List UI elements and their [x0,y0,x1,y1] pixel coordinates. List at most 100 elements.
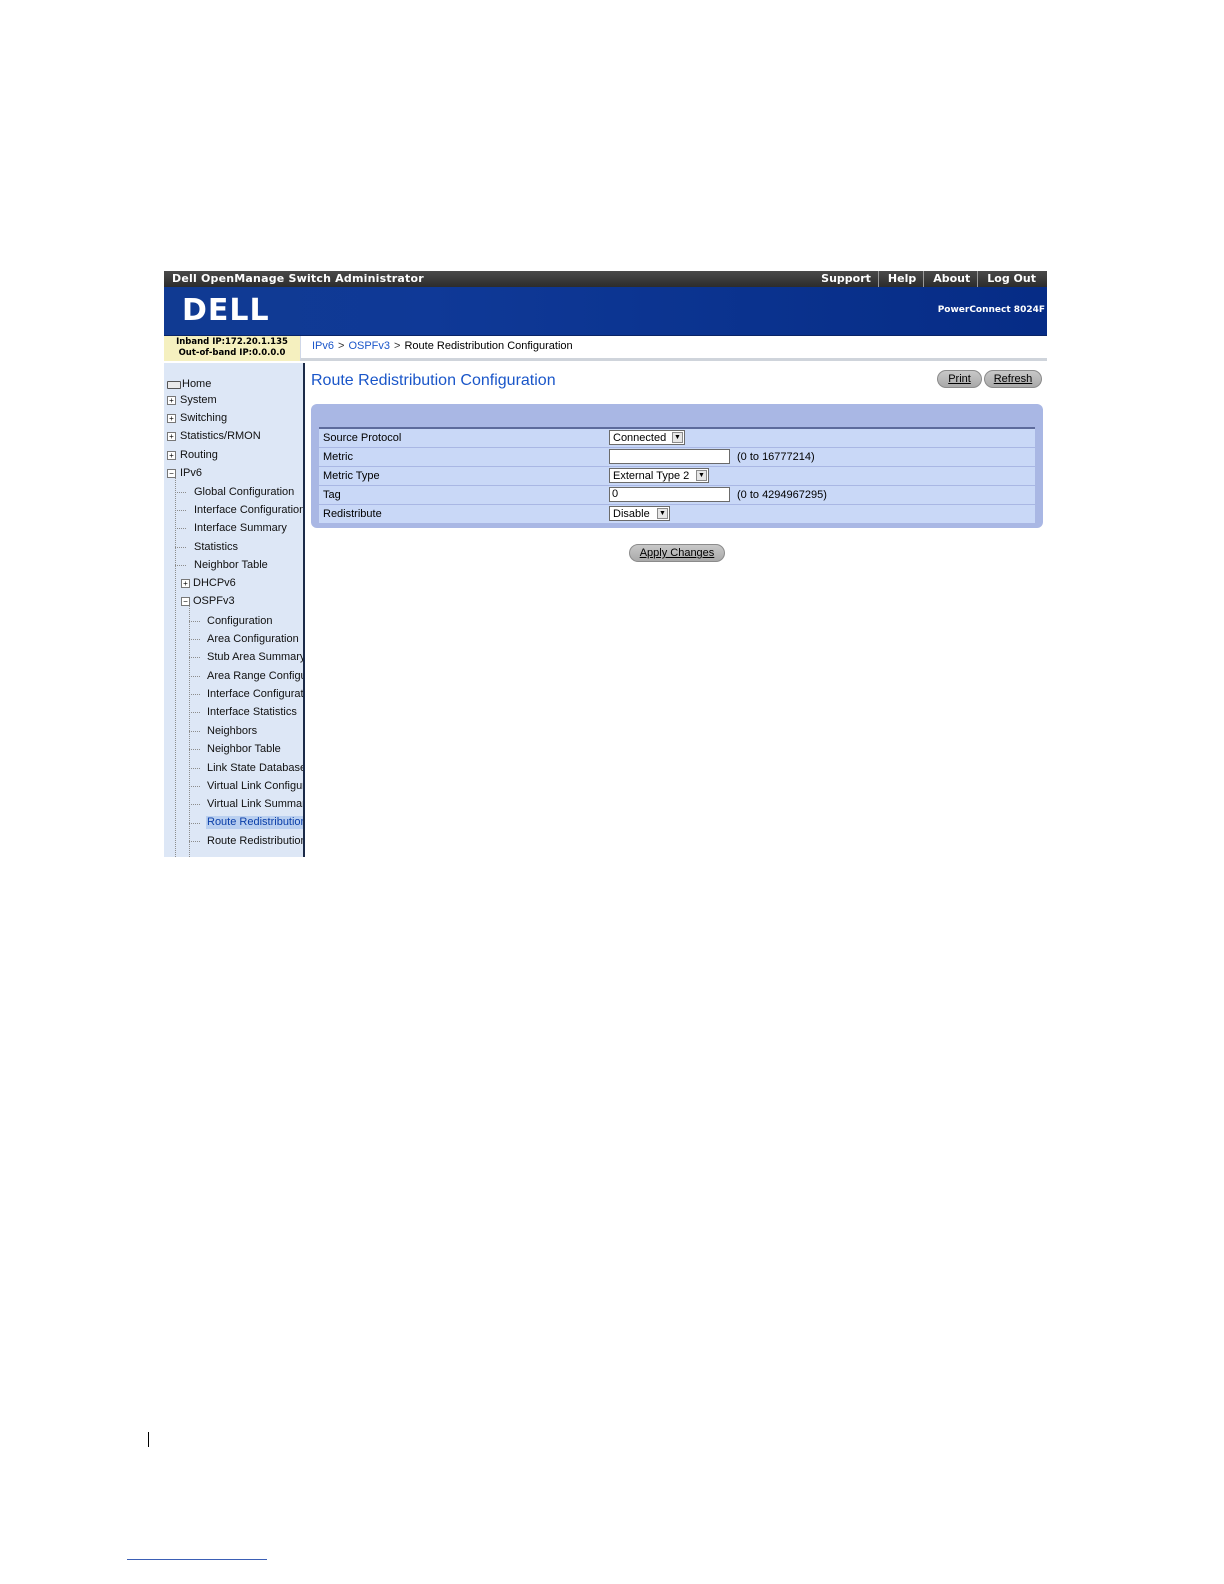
header-banner: DELL PowerConnect 8024F [164,287,1047,336]
sidebar-item-ipv6[interactable]: IPv6 [180,467,202,479]
dropdown-arrow-icon: ▼ [657,508,668,519]
tag-label: Tag [323,489,341,501]
expand-icon[interactable]: + [167,451,176,460]
sidebar-item-statistics[interactable]: Statistics [194,541,238,553]
sidebar-item-route-redistribution-configuration[interactable]: Route Redistribution Configuration [206,816,303,829]
tree-line [189,804,200,805]
help-link[interactable]: Help [877,271,923,287]
breadcrumb-ipv6[interactable]: IPv6 [312,340,334,352]
sidebar-item-virtual-link-summary[interactable]: Virtual Link Summary [207,798,303,810]
sidebar-item-neighbor-table[interactable]: Neighbor Table [194,559,268,571]
sidebar-item-area-configuration[interactable]: Area Configuration [207,633,299,645]
logout-link[interactable]: Log Out [977,271,1043,287]
expand-icon[interactable]: + [181,579,190,588]
device-ip-info: Inband IP:172.20.1.135 Out-of-band IP:0.… [164,336,300,361]
sidebar-item-home[interactable]: Home [182,378,211,390]
breadcrumb-current: Route Redistribution Configuration [404,340,573,352]
expand-icon[interactable]: + [167,396,176,405]
metric-type-select[interactable]: External Type 2 ▼ [609,468,709,483]
tag-cell: 0 (0 to 4294967295) [609,487,827,503]
table-row: Redistribute Disable ▼ [319,505,1035,524]
expand-icon[interactable]: + [167,414,176,423]
tree-line [189,694,200,695]
sidebar-item-interface-configuration[interactable]: Interface Configuration [194,504,303,516]
metric-input[interactable] [609,449,730,464]
refresh-button[interactable]: Refresh [984,370,1042,388]
sidebar-item-system[interactable]: System [180,394,217,406]
tree-line [189,621,200,622]
tree-line [189,676,200,677]
sidebar-item-global-configuration[interactable]: Global Configuration [194,486,294,498]
tree-line [189,657,200,658]
table-row: Metric Type External Type 2 ▼ [319,467,1035,486]
tree-line [175,492,186,493]
tree-line [189,712,200,713]
page-margin-bar [148,1432,149,1447]
metric-type-cell: External Type 2 ▼ [609,468,709,484]
metric-label: Metric [323,451,353,463]
about-link[interactable]: About [923,271,977,287]
dropdown-arrow-icon: ▼ [696,470,707,481]
sidebar-item-interface-summary[interactable]: Interface Summary [194,522,287,534]
page-title: Route Redistribution Configuration [311,372,556,389]
tag-range: (0 to 4294967295) [737,489,827,501]
source-protocol-select[interactable]: Connected ▼ [609,430,685,445]
sidebar-item-virtual-link-configuration[interactable]: Virtual Link Configuration [207,780,303,792]
sidebar-item-ospfv3[interactable]: OSPFv3 [193,595,235,607]
sidebar-item-neighbors[interactable]: Neighbors [207,725,257,737]
sidebar-item-dhcpv6[interactable]: DHCPv6 [193,577,236,589]
support-link[interactable]: Support [812,271,878,287]
redistribute-value: Disable [613,508,650,520]
tree-line [189,823,200,824]
inband-ip: Inband IP:172.20.1.135 [176,337,288,347]
settings-table: Source Protocol Connected ▼ Metric (0 to… [319,427,1035,524]
sidebar-item-statistics-rmon[interactable]: Statistics/RMON [180,430,261,442]
tree-line [189,841,200,842]
top-links: Support Help About Log Out [812,271,1043,287]
dropdown-arrow-icon: ▼ [672,432,683,443]
sidebar-item-area-range-configuration[interactable]: Area Range Configuration [207,670,303,682]
breadcrumb-separator: > [338,340,345,352]
sidebar-item-ospf-interface-configuration[interactable]: Interface Configuration [207,688,303,700]
tree-line [175,474,176,857]
collapse-icon[interactable]: − [167,469,176,478]
tree-line [189,731,200,732]
table-row: Tag 0 (0 to 4294967295) [319,486,1035,505]
breadcrumb: IPv6 > OSPFv3 > Route Redistribution Configu… [300,336,1047,361]
expand-icon[interactable]: + [167,432,176,441]
tree-line [189,786,200,787]
breadcrumb-separator: > [394,340,401,352]
print-button[interactable]: Print [937,370,982,388]
app-title: Dell OpenManage Switch Administrator [172,272,424,285]
tree-line [175,528,186,529]
top-bar: Dell OpenManage Switch Administrator Sup… [164,271,1047,287]
sidebar-item-routing[interactable]: Routing [180,449,218,461]
redistribute-cell: Disable ▼ [609,506,670,522]
outofband-ip: Out-of-band IP:0.0.0.0 [178,348,286,358]
redistribute-select[interactable]: Disable ▼ [609,506,670,521]
tree-line [189,768,200,769]
product-name: PowerConnect 8024F [937,305,1045,315]
tree-line [189,749,200,750]
sidebar-item-ospf-neighbor-table[interactable]: Neighbor Table [207,743,281,755]
sidebar-item-link-state-database[interactable]: Link State Database [207,762,303,774]
metric-type-label: Metric Type [323,470,380,482]
metric-cell: (0 to 16777214) [609,449,815,465]
main-content: Route Redistribution Configuration Print… [305,363,1047,857]
apply-changes-button[interactable]: Apply Changes [629,544,725,562]
home-icon [167,381,181,389]
sidebar-item-route-redistribution-summary[interactable]: Route Redistribution Summary [207,835,303,847]
tag-input[interactable]: 0 [609,487,730,502]
sidebar-item-stub-area-summary[interactable]: Stub Area Summary [207,651,303,663]
redistribute-label: Redistribute [323,508,382,520]
settings-panel: Source Protocol Connected ▼ Metric (0 to… [311,404,1043,528]
source-protocol-value: Connected [613,432,667,444]
dell-logo: DELL [182,293,270,328]
sidebar-item-ospf-configuration[interactable]: Configuration [207,615,272,627]
breadcrumb-ospfv3[interactable]: OSPFv3 [348,340,390,352]
collapse-icon[interactable]: − [181,597,190,606]
sidebar-item-interface-statistics[interactable]: Interface Statistics [207,706,297,718]
sidebar-tree: Home + System + Switching + Statistics/R… [164,363,305,857]
sidebar-item-switching[interactable]: Switching [180,412,227,424]
table-row: Source Protocol Connected ▼ [319,429,1035,448]
